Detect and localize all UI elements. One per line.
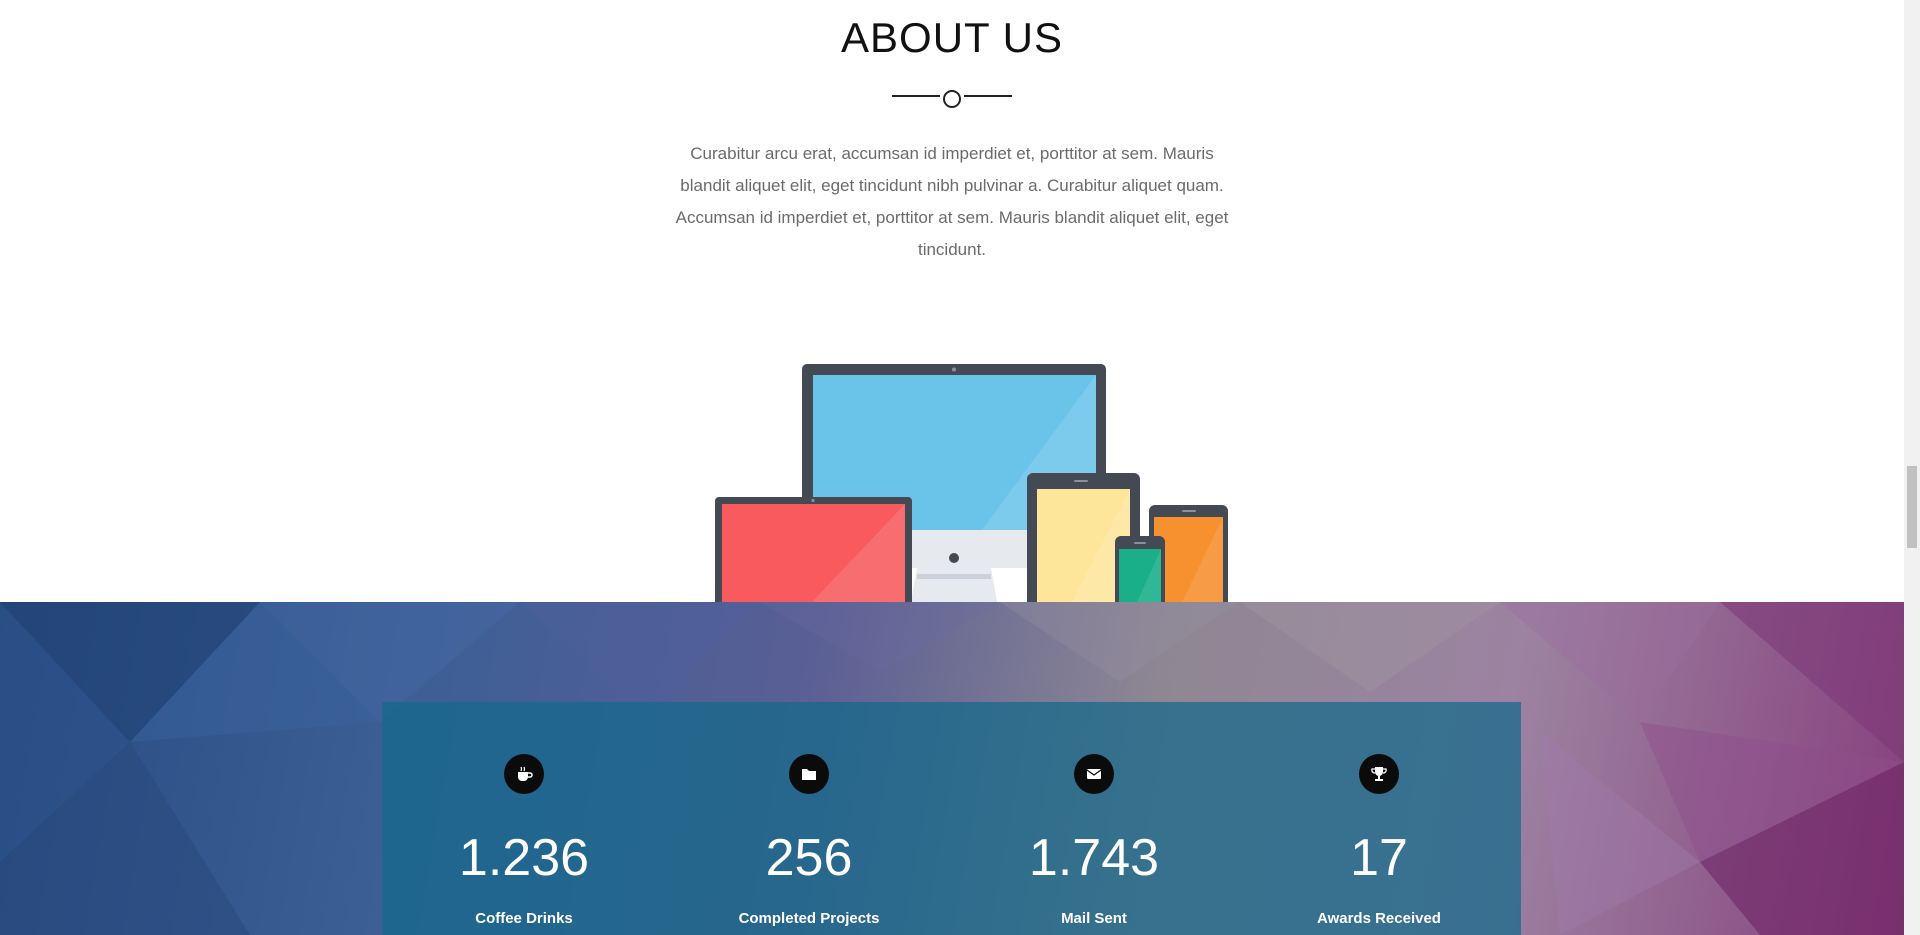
page-scrollbar[interactable]	[1904, 0, 1920, 935]
about-description: Curabitur arcu erat, accumsan id imperdi…	[675, 144, 1229, 259]
stat-completed-projects: 256 Completed Projects	[667, 702, 951, 935]
page: ABOUT US Curabitur arcu erat, accumsan i…	[0, 0, 1904, 935]
stats-panel: 1.236 Coffee Drinks 256 Completed Projec…	[382, 702, 1521, 935]
stats-section: 1.236 Coffee Drinks 256 Completed Projec…	[0, 602, 1904, 935]
laptop-icon	[715, 497, 912, 602]
trophy-icon	[1359, 754, 1399, 794]
stat-coffee-drinks: 1.236 Coffee Drinks	[382, 702, 666, 935]
stat-mail-sent: 1.743 Mail Sent	[952, 702, 1236, 935]
coffee-icon	[504, 754, 544, 794]
devices-illustration	[715, 364, 1228, 602]
divider-circle-icon	[943, 90, 961, 108]
stat-value: 1.236	[458, 829, 590, 887]
stat-value: 17	[1350, 829, 1408, 887]
stat-label: Completed Projects	[738, 910, 880, 927]
about-title: ABOUT US	[841, 14, 1063, 61]
stat-awards-received: 17 Awards Received	[1237, 702, 1521, 935]
stat-value: 1.743	[1028, 829, 1160, 887]
envelope-icon	[1074, 754, 1114, 794]
stat-value: 256	[765, 829, 853, 887]
title-divider	[892, 90, 1012, 114]
folder-icon	[789, 754, 829, 794]
stat-label: Awards Received	[1317, 910, 1441, 927]
about-section: ABOUT US Curabitur arcu erat, accumsan i…	[0, 0, 1904, 602]
divider-line-left	[892, 95, 940, 97]
stat-label: Mail Sent	[1061, 910, 1127, 927]
phone-green-icon	[1115, 536, 1165, 602]
divider-line-right	[964, 95, 1012, 97]
scrollbar-thumb[interactable]	[1907, 466, 1917, 548]
stat-label: Coffee Drinks	[475, 910, 573, 927]
